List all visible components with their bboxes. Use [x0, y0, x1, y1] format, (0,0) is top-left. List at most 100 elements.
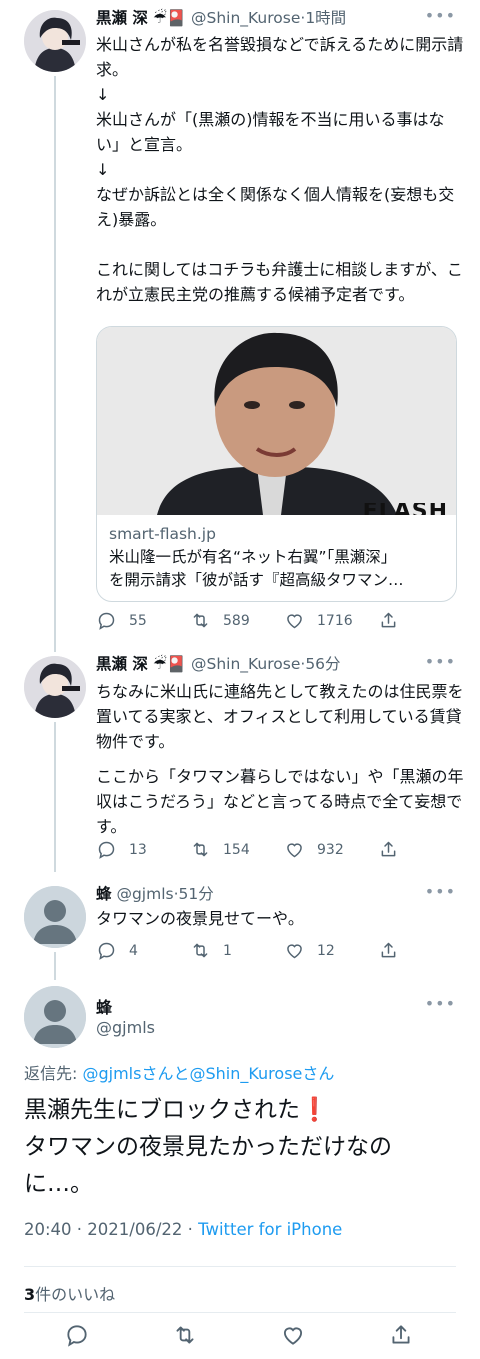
more-icon[interactable]: •••	[425, 6, 456, 25]
share-button[interactable]	[388, 1322, 414, 1348]
handle[interactable]: @gjmls	[96, 1018, 155, 1037]
thread-line	[54, 952, 56, 980]
share-button[interactable]	[378, 940, 399, 961]
reply-button[interactable]: 13	[96, 839, 147, 860]
timestamp[interactable]: 51分	[179, 885, 214, 903]
reply-button[interactable]: 4	[96, 940, 138, 961]
main-tweet-text: 黒瀬先生にブロックされた❗ タワマンの夜景見たかっただけなの に…。	[24, 1092, 464, 1203]
replying-to-link[interactable]: @gjmlsさんと@Shin_Kuroseさん	[82, 1064, 334, 1083]
tweet-source[interactable]: Twitter for iPhone	[198, 1220, 342, 1239]
avatar[interactable]	[24, 886, 86, 948]
display-name[interactable]: 蜂	[96, 885, 112, 903]
divider	[24, 1312, 456, 1313]
tweet-datetime[interactable]: 20:40 · 2021/06/22 ·	[24, 1220, 198, 1239]
display-name[interactable]: 黒瀬 深	[96, 9, 148, 27]
heart-icon	[287, 614, 302, 629]
share-icon	[381, 942, 396, 958]
tweet-line	[96, 232, 466, 257]
tweet-actions: 55 589 1716	[96, 610, 396, 634]
share-button[interactable]	[378, 610, 399, 631]
reply-button[interactable]: 55	[96, 610, 147, 631]
thread-line	[54, 76, 56, 652]
thread-line	[54, 722, 56, 872]
timestamp[interactable]: 56分	[305, 655, 340, 673]
more-icon[interactable]: •••	[425, 882, 456, 901]
reply-icon	[98, 612, 115, 630]
more-icon[interactable]: •••	[425, 652, 456, 671]
handle[interactable]: @gjmls	[116, 885, 173, 903]
tweet-paragraph: ちなみに米山氏に連絡先として教えたのは住民票を置いてる実家と、オフィスとして利用…	[96, 682, 464, 751]
like-count: 12	[317, 942, 335, 959]
handle[interactable]: @Shin_Kurose	[191, 655, 300, 673]
heart-icon	[287, 944, 302, 959]
heart-icon	[283, 1327, 303, 1345]
avatar[interactable]	[24, 10, 86, 72]
display-name[interactable]: 黒瀬 深	[96, 655, 148, 673]
tweet-meta: 20:40 · 2021/06/22 · Twitter for iPhone	[24, 1220, 342, 1239]
tweet-actions: 4 1 12	[96, 940, 396, 964]
tweet-text: ちなみに米山氏に連絡先として教えたのは住民票を置いてる実家と、オフィスとして利用…	[96, 679, 466, 839]
retweet-count: 1	[223, 942, 232, 959]
exclamation-icon: ❗	[300, 1097, 329, 1123]
like-count: 932	[317, 841, 344, 858]
tweet-line: に…。	[24, 1171, 93, 1197]
display-name[interactable]: 蜂	[96, 994, 112, 1018]
tweet-paragraph: ここから「タワマン暮らしではない」や「黒瀬の年収はこうだろう」などと言ってる時点…	[96, 767, 464, 836]
retweet-icon	[193, 842, 208, 857]
share-icon	[381, 612, 396, 628]
reply-count: 13	[129, 841, 147, 858]
reply-button[interactable]	[64, 1322, 90, 1348]
flash-logo: FLASH	[363, 503, 448, 515]
likes-summary[interactable]: 3件のいいね	[24, 1281, 115, 1305]
likes-count: 3	[24, 1285, 36, 1304]
main-tweet-actions	[0, 1318, 480, 1354]
retweet-button[interactable]	[172, 1322, 198, 1348]
divider	[24, 1266, 456, 1267]
share-icon	[381, 841, 396, 857]
tweet-line: これに関してはコチラも弁護士に相談しますが、これが立憲民主党の推薦する候補予定者…	[96, 260, 463, 304]
reply-icon	[98, 942, 115, 960]
link-card-title: 米山隆一氏が有名“ネット右翼”「黒瀬深」	[109, 548, 397, 566]
tweet-line: なぜか訴訟とは全く関係なく個人情報を(妄想も交え)暴露。	[96, 185, 455, 229]
like-button[interactable]	[280, 1322, 306, 1348]
tweet-header: 黒瀬 深 ☔🎴 @Shin_Kurose·1時間	[96, 9, 347, 27]
link-card-image: FLASH	[97, 327, 456, 515]
tweet-line: タワマンの夜景見たかっただけなの	[24, 1134, 392, 1160]
share-button[interactable]	[378, 839, 399, 860]
avatar[interactable]	[24, 656, 86, 718]
link-card-domain: smart-flash.jp	[109, 525, 216, 543]
like-button[interactable]: 932	[284, 839, 344, 860]
reply-icon	[98, 841, 115, 859]
retweet-button[interactable]: 154	[190, 839, 250, 860]
replying-to-label: 返信先:	[24, 1064, 83, 1083]
retweet-icon	[193, 613, 208, 628]
likes-label: 件のいいね	[35, 1285, 116, 1304]
tweet-actions: 13 154 932	[96, 839, 396, 863]
replying-to: 返信先: @gjmlsさんと@Shin_Kuroseさん	[24, 1060, 334, 1084]
retweet-icon	[193, 943, 208, 958]
heart-icon	[287, 843, 302, 858]
avatar[interactable]	[24, 986, 86, 1048]
reply-count: 4	[129, 942, 138, 959]
share-icon	[392, 1325, 410, 1344]
timestamp[interactable]: 1時間	[305, 9, 346, 27]
reply-count: 55	[129, 612, 147, 629]
link-card-text: smart-flash.jp 米山隆一氏が有名“ネット右翼”「黒瀬深」 を開示請…	[109, 523, 444, 592]
retweet-button[interactable]: 589	[190, 610, 250, 631]
reply-icon	[67, 1325, 87, 1347]
like-button[interactable]: 12	[284, 940, 335, 961]
tweet-text: 米山さんが私を名誉毀損などで訴えるために開示請求。 ↓ 米山さんが「(黒瀬の)情…	[96, 32, 466, 307]
tweet-line: 黒瀬先生にブロックされた	[24, 1097, 300, 1123]
tweet-line: ↓	[96, 85, 110, 104]
more-icon[interactable]: •••	[425, 994, 456, 1013]
link-card-title: を開示請求「彼が話す『超高級タワマン…	[109, 571, 404, 589]
link-card[interactable]: FLASH smart-flash.jp 米山隆一氏が有名“ネット右翼”「黒瀬深…	[96, 326, 457, 602]
tweet-header: 黒瀬 深 ☔🎴 @Shin_Kurose·56分	[96, 655, 341, 673]
retweet-count: 589	[223, 612, 250, 629]
retweet-icon	[176, 1326, 194, 1344]
like-count: 1716	[317, 612, 353, 629]
like-button[interactable]: 1716	[284, 610, 353, 631]
tweet-text: タワマンの夜景見せてーや。	[96, 909, 304, 928]
handle[interactable]: @Shin_Kurose	[191, 9, 300, 27]
retweet-button[interactable]: 1	[190, 940, 232, 961]
